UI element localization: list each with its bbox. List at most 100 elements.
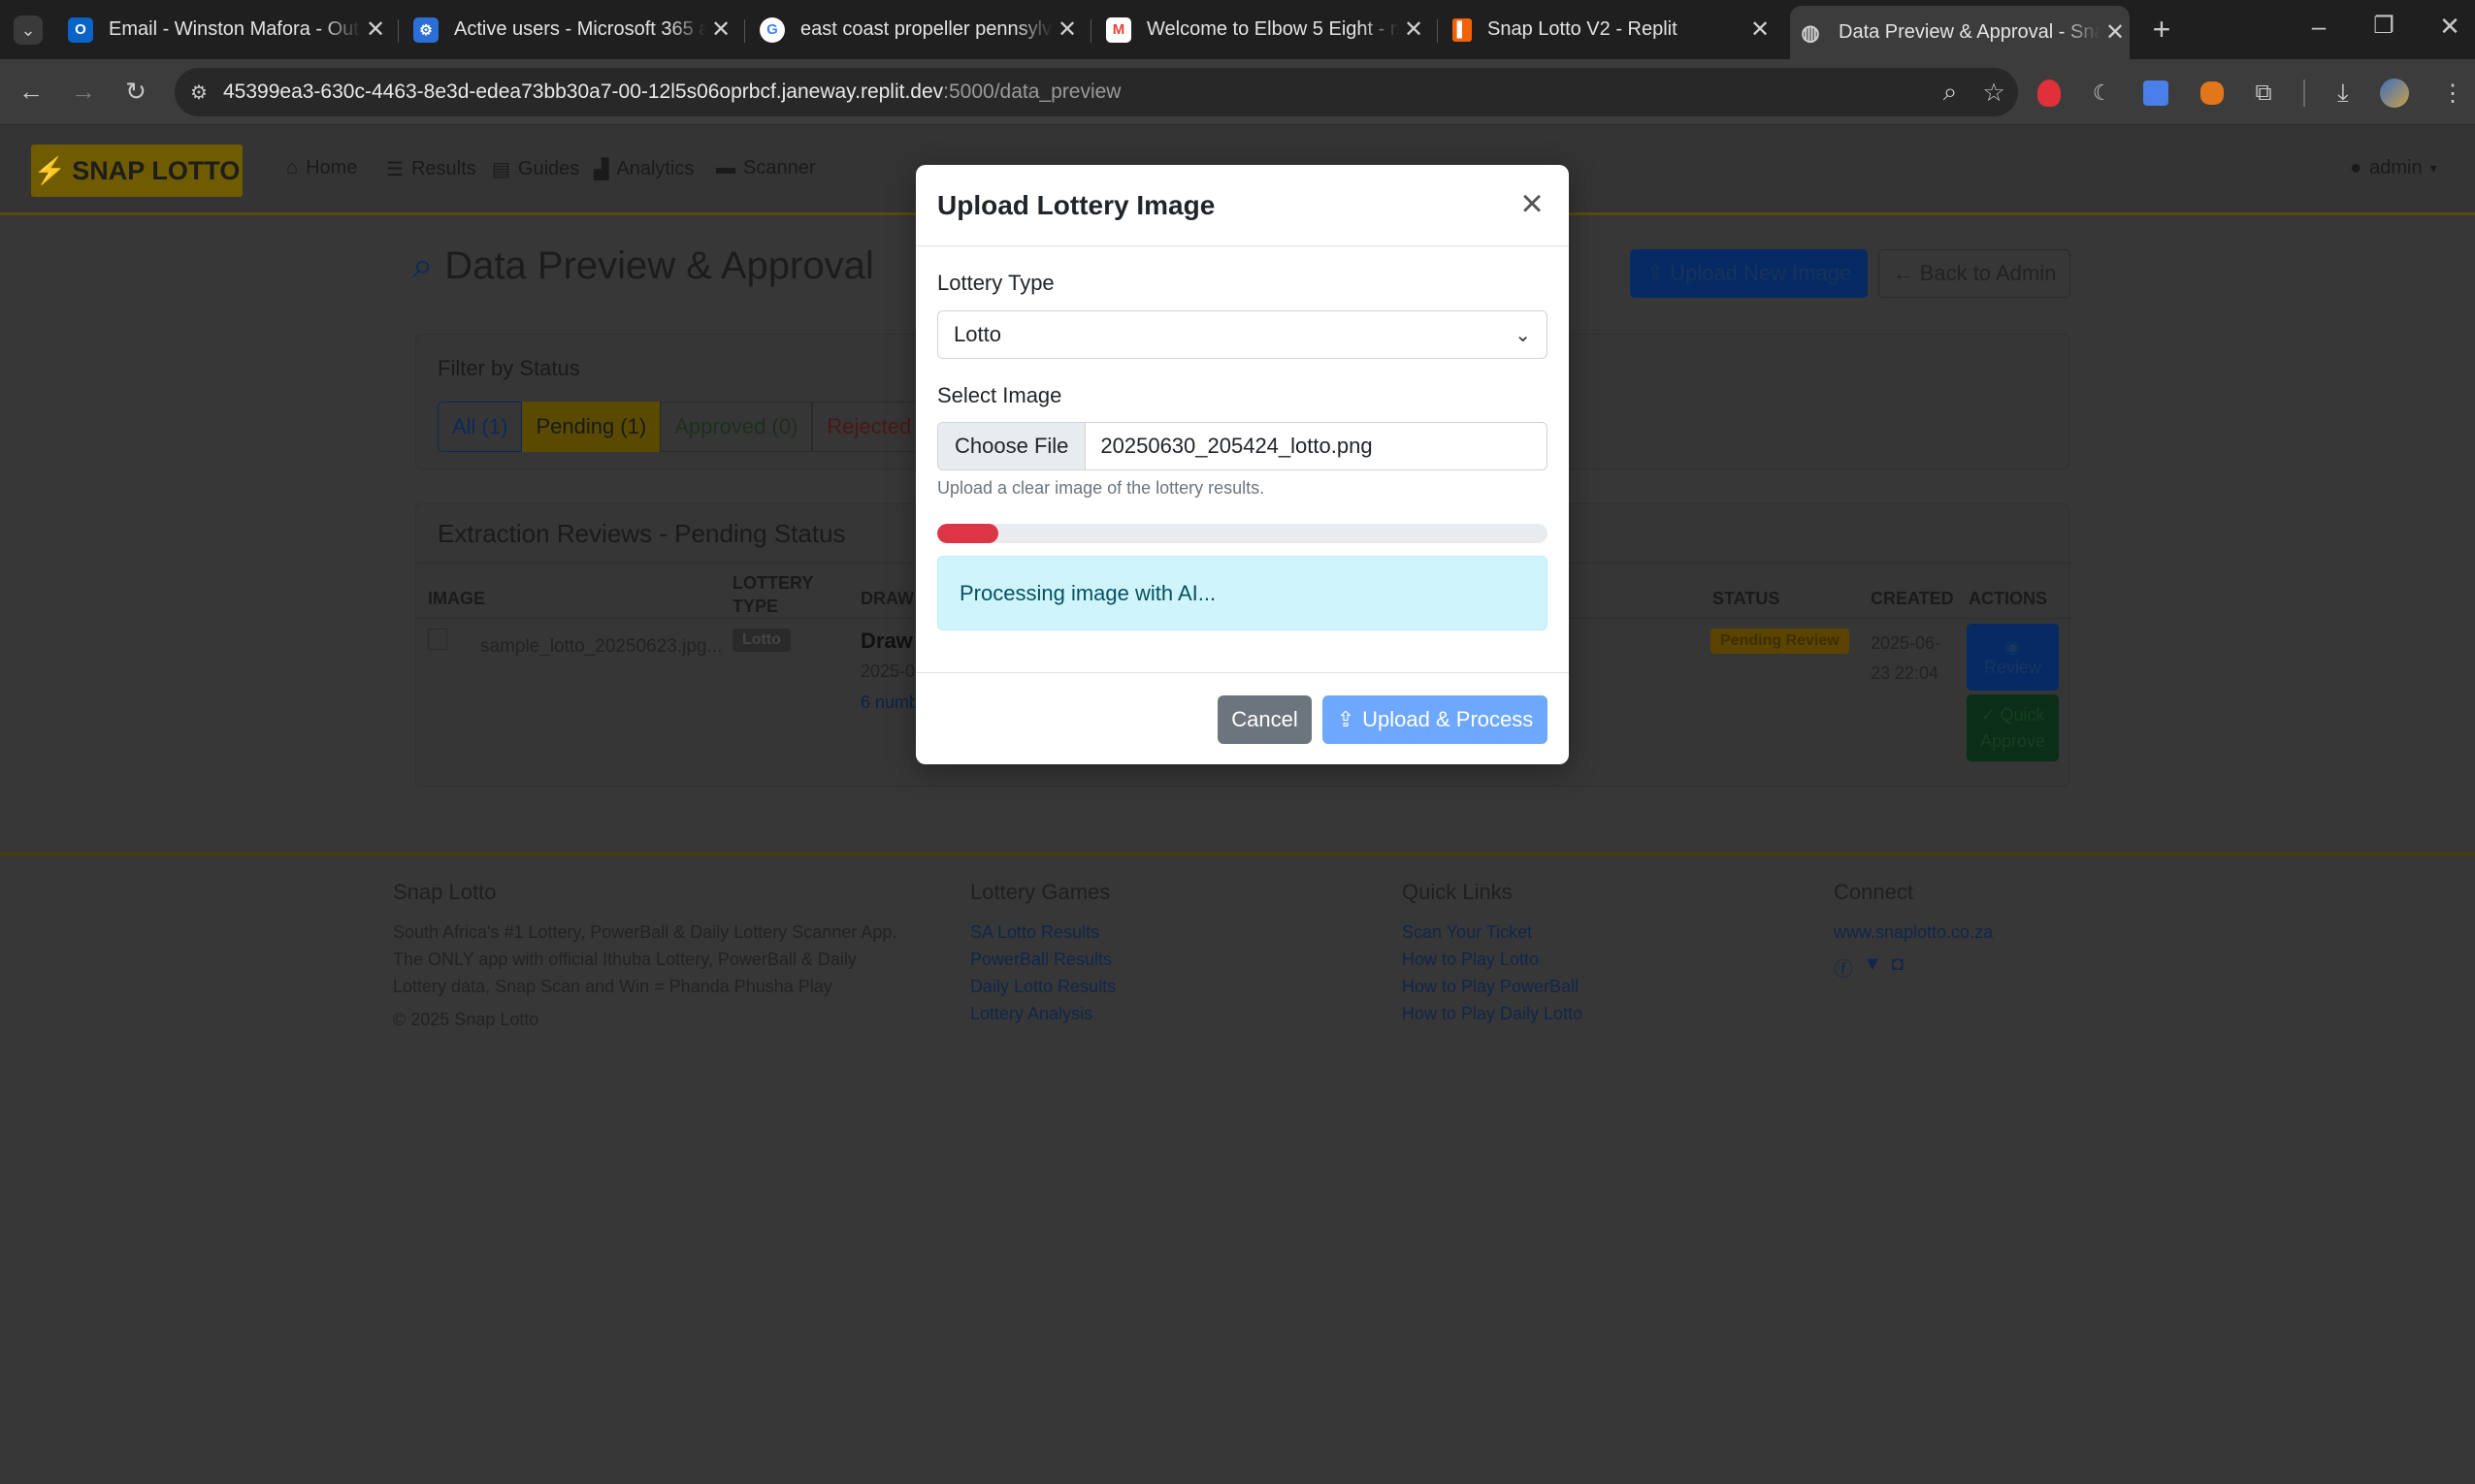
- tab-search-icon[interactable]: ⌄: [14, 16, 43, 45]
- footer-link[interactable]: How to Play Daily Lotto: [1402, 1000, 1582, 1027]
- browser-tab-gmail[interactable]: M Welcome to Elbow 5 Eight - mr ✕: [1098, 8, 1428, 51]
- created-date: 2025-06- 23 22:04: [1871, 629, 1940, 689]
- bookmark-star-icon[interactable]: ☆: [1970, 78, 2018, 108]
- browser-tab-m365[interactable]: ⚙ Active users - Microsoft 365 ad ✕: [406, 8, 735, 51]
- lottery-type-badge: Lotto: [733, 629, 791, 652]
- back-icon[interactable]: ←: [14, 77, 49, 107]
- upload-and-process-button[interactable]: ⇪ Upload & Process: [1322, 695, 1547, 744]
- close-tab-icon[interactable]: ✕: [1053, 16, 1082, 44]
- user-menu[interactable]: ● admin ▾: [2350, 157, 2437, 179]
- modal-header: Upload Lottery Image ×: [916, 165, 1569, 246]
- created-line-1: 2025-06-: [1871, 633, 1941, 653]
- footer-link[interactable]: How to Play PowerBall: [1402, 973, 1582, 1000]
- facebook-icon[interactable]: ⓕ: [1834, 953, 1853, 982]
- instagram-icon[interactable]: ◘: [1892, 953, 1904, 982]
- footer-link[interactable]: SA Lotto Results: [970, 919, 1116, 946]
- lottery-type-label: Lottery Type: [937, 271, 1055, 295]
- globe-icon: ◍: [1801, 19, 1820, 45]
- extension-moon-icon[interactable]: ☾: [2093, 81, 2112, 106]
- file-input[interactable]: Choose File 20250630_205424_lotto.png: [937, 422, 1547, 470]
- lottery-type-select[interactable]: Lotto ⌄: [937, 310, 1547, 359]
- brand-name: SNAP LOTTO: [72, 155, 241, 185]
- menu-kebab-icon[interactable]: ⋮: [2441, 80, 2464, 108]
- select-image-label: Select Image: [937, 383, 1062, 407]
- close-tab-icon[interactable]: ✕: [361, 16, 390, 44]
- profile-avatar[interactable]: [2380, 79, 2410, 108]
- footer-link[interactable]: Daily Lotto Results: [970, 973, 1116, 1000]
- nav-analytics[interactable]: ▟ Analytics: [594, 157, 694, 181]
- footer-link[interactable]: How to Play Lotto: [1402, 946, 1582, 973]
- footer-link[interactable]: Lottery Analysis: [970, 1000, 1116, 1027]
- zoom-icon[interactable]: ⌕: [1931, 77, 1970, 108]
- button-label: Cancel: [1231, 707, 1298, 731]
- extensions-puzzle-icon[interactable]: ⧉: [2256, 80, 2272, 107]
- button-label: Back to Admin: [1919, 261, 2057, 285]
- nav-scanner[interactable]: ▬ Scanner: [716, 157, 816, 179]
- close-tab-icon[interactable]: ✕: [706, 16, 735, 44]
- minimize-window-icon[interactable]: –: [2299, 12, 2338, 42]
- col-image: IMAGE: [428, 589, 486, 608]
- button-label-1: Quick: [2000, 704, 2045, 725]
- reload-icon[interactable]: ↻: [118, 77, 153, 107]
- extension-red-icon[interactable]: [2037, 80, 2061, 107]
- filter-all[interactable]: All (1): [438, 402, 523, 452]
- search-icon: ⌕: [412, 245, 434, 286]
- processing-status-text: Processing image with AI...: [960, 580, 1217, 605]
- tab-title: east coast propeller pennsylvan: [800, 18, 1053, 40]
- footer-about-line: The ONLY app with official Ithuba Lotter…: [393, 950, 857, 969]
- footer-website-link[interactable]: www.snaplotto.co.za: [1834, 919, 1993, 946]
- browser-toolbar: ← → ↻ ⚙ 45399ea3-630c-4463-8e3d-edea73bb…: [0, 59, 2475, 125]
- site-info-icon[interactable]: ⚙: [175, 81, 223, 105]
- chart-icon: ▟: [594, 159, 609, 180]
- reviews-heading: Extraction Reviews - Pending Status: [438, 519, 846, 548]
- close-tab-icon[interactable]: ✕: [1745, 16, 1775, 44]
- cancel-button[interactable]: Cancel: [1218, 695, 1312, 744]
- tab-separator: [1437, 19, 1438, 43]
- filter-approved[interactable]: Approved (0): [660, 402, 813, 452]
- downloads-icon[interactable]: ⤓: [2337, 78, 2349, 109]
- close-tab-icon[interactable]: ✕: [2100, 18, 2130, 47]
- forward-icon[interactable]: →: [66, 77, 101, 107]
- new-tab-icon[interactable]: +: [2142, 12, 2181, 48]
- close-window-icon[interactable]: ✕: [2430, 12, 2469, 42]
- footer-link[interactable]: Scan Your Ticket: [1402, 919, 1582, 946]
- restore-window-icon[interactable]: ❐: [2364, 12, 2403, 40]
- image-alt-text: sample_lotto_20250623.jpg...: [480, 636, 723, 657]
- quick-approve-button[interactable]: ✓ Quick Approve: [1967, 694, 2059, 761]
- browser-tab-google[interactable]: G east coast propeller pennsylvan ✕: [752, 8, 1082, 51]
- close-icon[interactable]: ×: [1513, 182, 1551, 227]
- filter-heading: Filter by Status: [438, 356, 580, 380]
- button-label-2: Approve: [1979, 730, 2046, 751]
- footer-link[interactable]: PowerBall Results: [970, 946, 1116, 973]
- button-label: Upload New Image: [1670, 261, 1852, 285]
- upload-new-image-button[interactable]: ⇪ Upload New Image: [1630, 249, 1868, 298]
- footer-games-title: Lottery Games: [970, 880, 1111, 904]
- arrow-left-icon: ←: [1892, 261, 1914, 285]
- browser-tab-data-preview[interactable]: ◍ Data Preview & Approval - Snap ✕: [1790, 6, 2130, 59]
- brand-logo[interactable]: ⚡ SNAP LOTTO: [31, 145, 243, 197]
- address-bar[interactable]: ⚙ 45399ea3-630c-4463-8e3d-edea73bb30a7-0…: [175, 68, 2018, 116]
- nav-home[interactable]: ⌂ Home: [286, 157, 357, 179]
- nav-label: Analytics: [616, 158, 695, 179]
- col-status: STATUS: [1712, 589, 1780, 608]
- filter-pending[interactable]: Pending (1): [522, 402, 661, 452]
- nav-results[interactable]: ☰ Results: [386, 157, 476, 181]
- extension-fox-icon[interactable]: [2199, 81, 2224, 105]
- nav-label: Results: [410, 158, 476, 179]
- home-icon: ⌂: [286, 157, 299, 178]
- microsoft365-admin-icon: ⚙: [413, 16, 439, 43]
- choose-file-button[interactable]: Choose File: [938, 423, 1087, 469]
- review-button[interactable]: ◉ Review: [1967, 624, 2059, 691]
- back-to-admin-button[interactable]: ← Back to Admin: [1878, 249, 2070, 298]
- browser-tab-outlook[interactable]: O Email - Winston Mafora - Outlo ✕: [60, 8, 390, 51]
- google-translate-icon[interactable]: [2143, 81, 2169, 106]
- draw-numbers-link[interactable]: 6 numb: [861, 693, 919, 713]
- twitter-icon[interactable]: ▼: [1863, 953, 1882, 982]
- selected-file-name: 20250630_205424_lotto.png: [1100, 434, 1373, 458]
- close-tab-icon[interactable]: ✕: [1399, 16, 1428, 44]
- tab-separator: [398, 19, 399, 43]
- upload-icon: ⇪: [1645, 261, 1665, 285]
- nav-guides[interactable]: ▤ Guides: [492, 157, 579, 181]
- browser-tab-replit[interactable]: ▌ Snap Lotto V2 - Replit ✕: [1445, 8, 1775, 51]
- footer-about: Snap Lotto South Africa's #1 Lottery, Po…: [393, 880, 936, 1030]
